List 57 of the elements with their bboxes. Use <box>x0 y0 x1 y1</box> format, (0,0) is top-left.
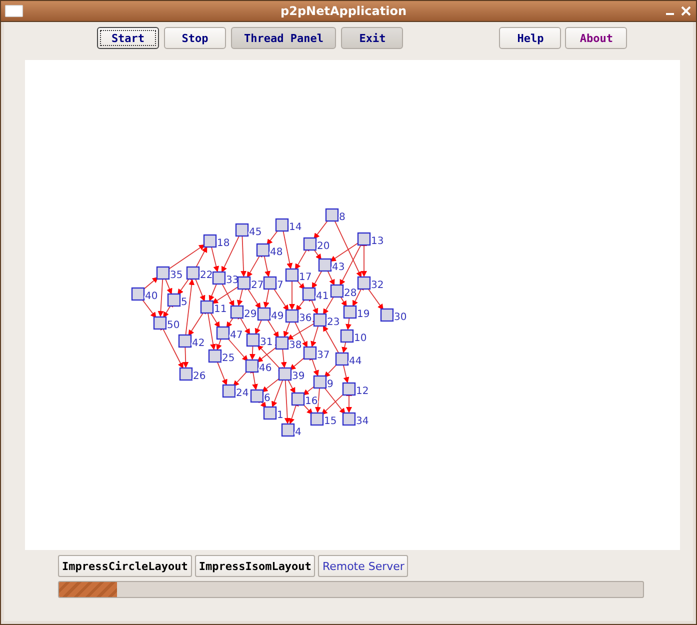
node-label: 42 <box>192 338 205 349</box>
node-label: 22 <box>200 270 213 281</box>
node-label: 38 <box>289 340 302 351</box>
node-label: 17 <box>299 272 312 283</box>
toolbar-button[interactable]: Exit <box>341 27 404 49</box>
node-label: 32 <box>371 280 384 291</box>
node-label: 30 <box>394 312 407 323</box>
node-label: 7 <box>277 280 284 291</box>
node-label: 13 <box>371 236 384 247</box>
layout-button[interactable]: ImpressCircleLayout <box>58 555 192 577</box>
node-label: 9 <box>327 379 334 390</box>
node-label: 12 <box>356 386 369 397</box>
node-label: 1 <box>277 410 284 421</box>
node-label: 23 <box>327 317 340 328</box>
node-label: 46 <box>259 363 272 374</box>
node-label: 26 <box>193 371 206 382</box>
node-label: 8 <box>339 212 346 223</box>
node-label: 43 <box>332 262 345 273</box>
node-label: 16 <box>305 396 318 407</box>
node-label: 45 <box>249 227 262 238</box>
node-label: 48 <box>270 247 283 258</box>
node-label: 10 <box>354 333 367 344</box>
window-title: p2pNetApplication <box>280 4 408 18</box>
node-label: 49 <box>271 311 284 322</box>
node-label: 15 <box>324 416 337 427</box>
node-label: 50 <box>167 320 180 331</box>
node-label: 25 <box>222 353 235 364</box>
toolbar-button[interactable]: Thread Panel <box>231 27 336 49</box>
toolbar-button[interactable]: Stop <box>164 27 226 49</box>
node-label: 33 <box>226 275 239 286</box>
node-label: 5 <box>181 297 188 308</box>
toolbar-button[interactable]: Help <box>499 27 562 49</box>
node-label: 40 <box>145 291 158 302</box>
node-label: 31 <box>260 337 273 348</box>
toolbar-button[interactable]: Start <box>97 27 159 49</box>
node-label: 37 <box>317 350 330 361</box>
node-label: 4 <box>295 427 302 438</box>
node-label: 14 <box>289 222 302 233</box>
node-label: 41 <box>316 291 329 302</box>
toolbar-button[interactable]: About <box>565 27 628 49</box>
node-label: 19 <box>357 309 370 320</box>
node-label: 35 <box>170 270 183 281</box>
layout-button[interactable]: ImpressIsomLayout <box>194 555 316 577</box>
node-label: 36 <box>299 313 312 324</box>
node-label: 28 <box>344 288 357 299</box>
layout-button[interactable]: Remote Server <box>318 555 408 577</box>
node-label: 39 <box>292 371 305 382</box>
node-label: 20 <box>317 241 330 252</box>
node-label: 44 <box>349 356 362 367</box>
node-label: 18 <box>217 238 230 249</box>
node-label: 34 <box>356 416 369 427</box>
node-label: 27 <box>251 280 264 291</box>
node-label: 29 <box>244 309 257 320</box>
node-label: 11 <box>214 304 227 315</box>
node-label: 47 <box>230 330 243 341</box>
node-label: 6 <box>264 393 270 404</box>
node-label: 24 <box>236 388 249 399</box>
